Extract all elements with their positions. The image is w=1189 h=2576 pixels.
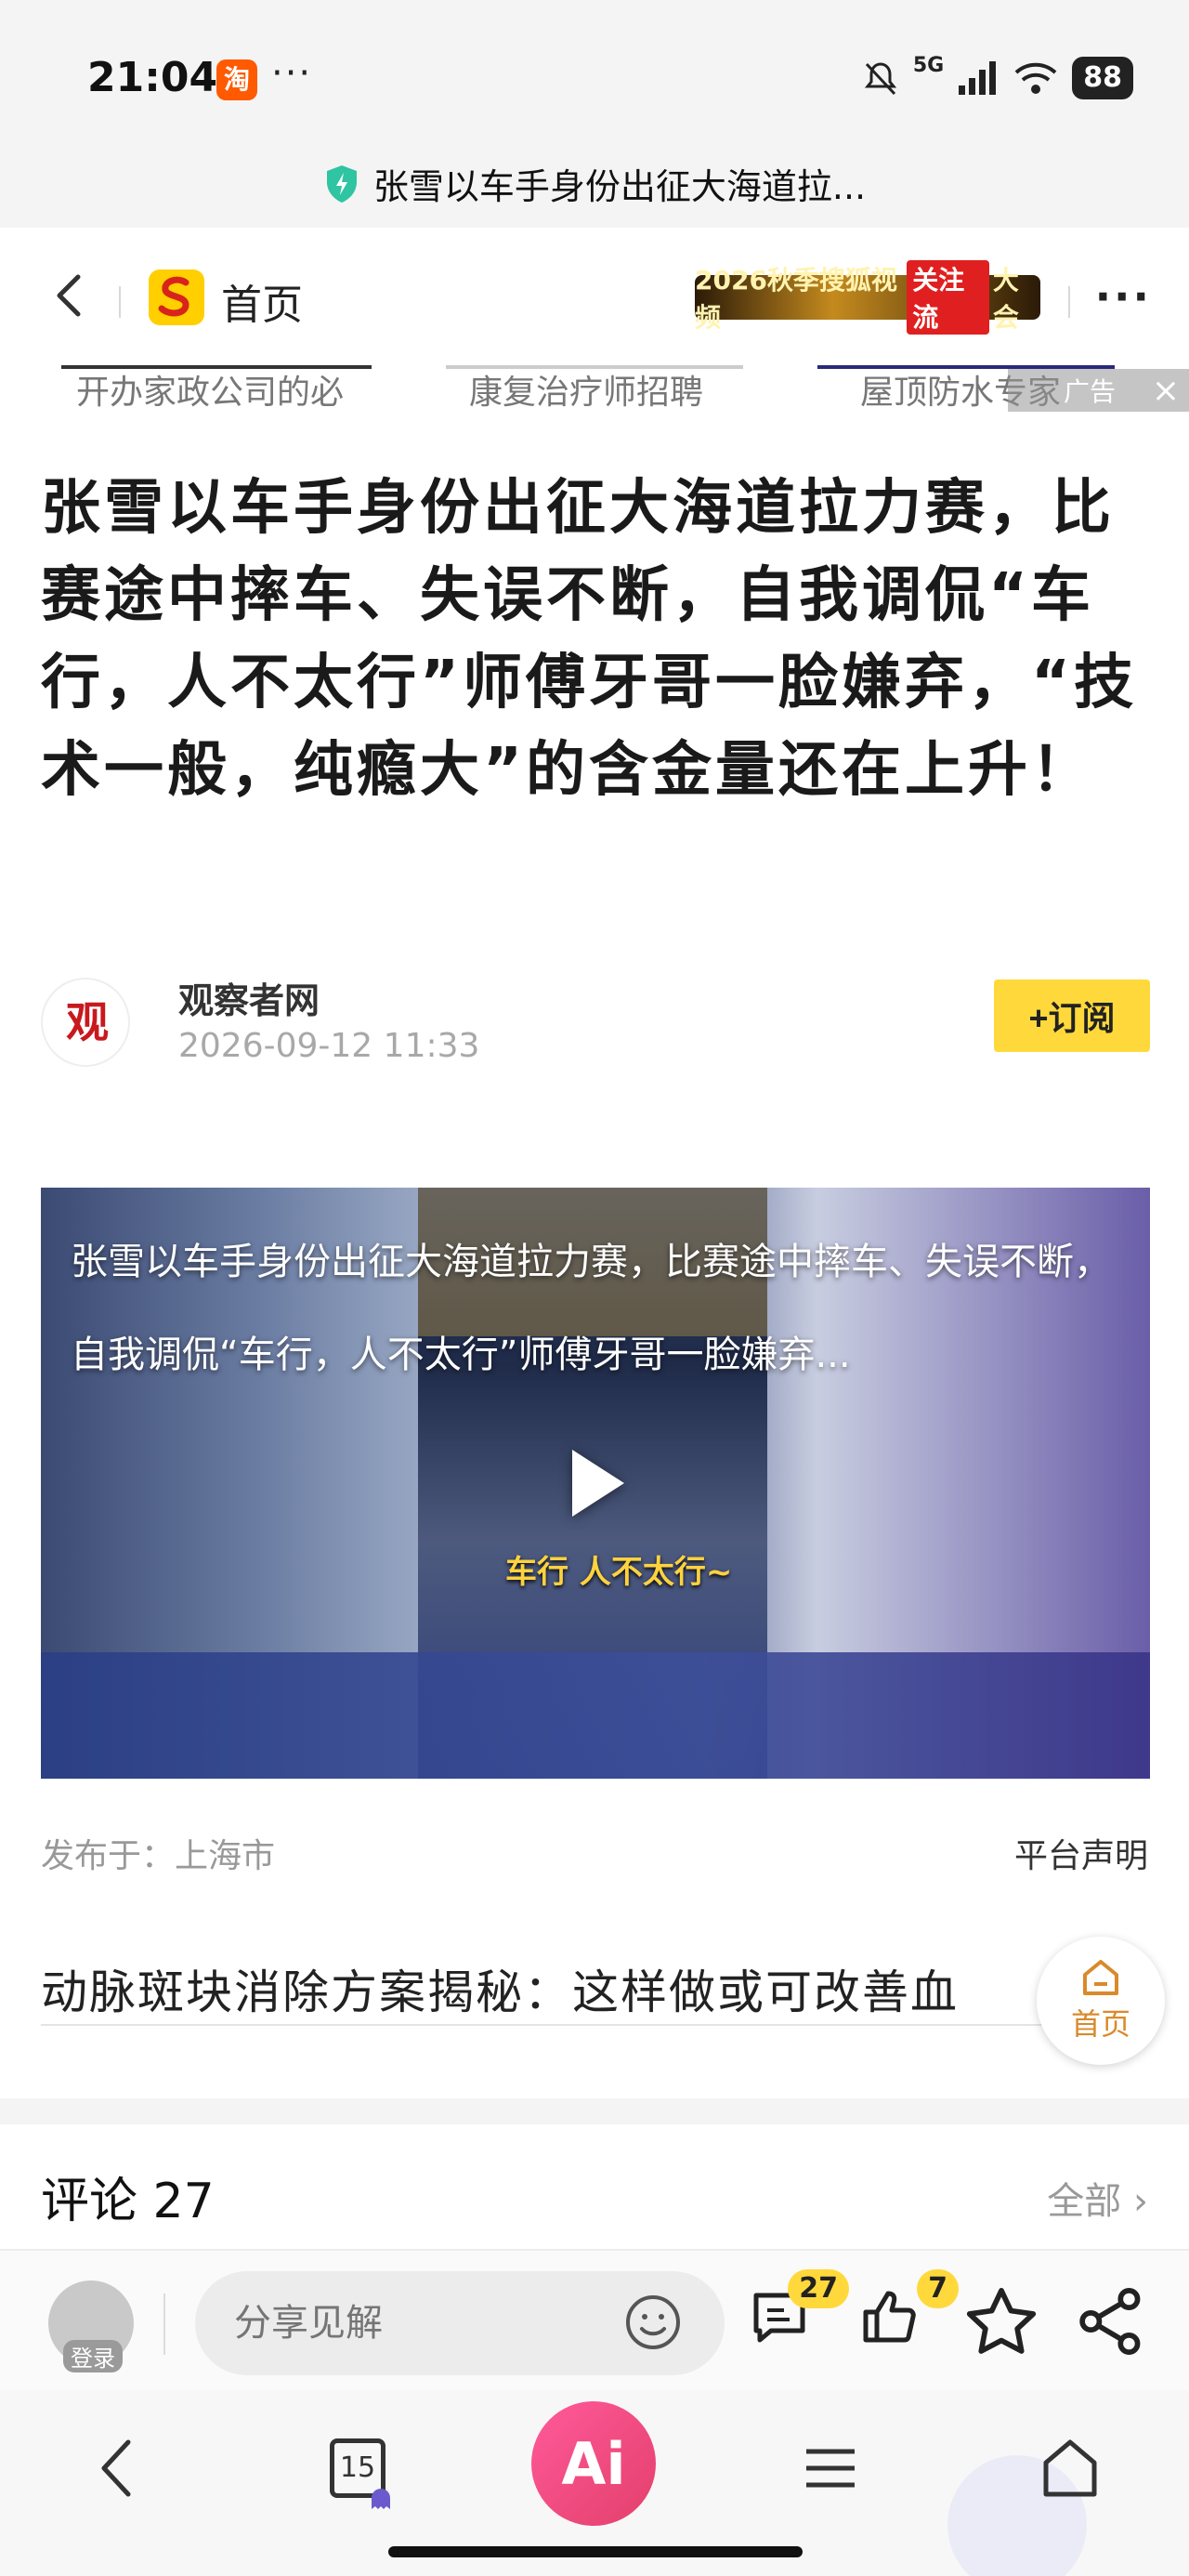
video-gradient <box>41 1652 1150 1779</box>
comments-all-link[interactable]: 全部 › <box>1047 2171 1148 2225</box>
battery-indicator: 88 <box>1072 57 1133 99</box>
ad-label: 广告 <box>1064 376 1117 407</box>
play-icon[interactable] <box>572 1450 624 1517</box>
recommend-link[interactable]: 动脉斑块消除方案揭秘：这样做或可改善血 <box>41 1955 1063 2022</box>
comment-count-button[interactable]: 27 <box>747 2269 849 2359</box>
author-avatar[interactable]: 观 <box>41 978 130 1067</box>
comment-count-badge: 27 <box>788 2269 849 2308</box>
section-gap <box>0 2098 1189 2124</box>
wifi-icon <box>1014 62 1057 94</box>
page-url-title: 张雪以车手身份出征大海道拉... <box>372 166 867 207</box>
video-caption: 张雪以车手身份出征大海道拉力赛，比赛途中摔车、失误不断，自我调侃“车行，人不太行… <box>71 1241 1111 1376</box>
thumbs-up-icon <box>863 2291 916 2343</box>
comments-title: 评论 27 <box>41 2174 215 2229</box>
sohu-logo-icon[interactable] <box>149 269 204 325</box>
home-float-label: 首页 <box>1070 2006 1130 2042</box>
subscribe-button[interactable]: +订阅 <box>994 979 1150 1052</box>
ad-strip: 开办家政公司的必 康复治疗师招聘 屋顶防水专家 广告 × <box>0 365 1189 421</box>
promo-banner[interactable]: 2026秋季搜狐视频 关注流 大会 <box>695 260 1040 335</box>
avatar-glyph: 观 <box>66 997 109 1047</box>
browser-back-icon[interactable] <box>91 2433 143 2504</box>
status-bar: 21:04 淘 ··· 5G 88 <box>0 0 1189 139</box>
browser-home-icon[interactable] <box>1039 2433 1102 2504</box>
article-nav-bar: 首页 2026秋季搜狐视频 关注流 大会 ··· <box>0 230 1189 365</box>
incognito-icon <box>372 2489 390 2509</box>
banner-text-pre: 2026秋季搜狐视频 <box>695 265 897 333</box>
shield-icon <box>326 164 357 203</box>
more-menu-icon[interactable]: ··· <box>1095 271 1152 322</box>
status-more-icon: ··· <box>271 52 313 95</box>
banner-highlight: 关注流 <box>907 260 989 335</box>
ad-close-icon[interactable]: × <box>1152 372 1180 410</box>
back-icon[interactable] <box>43 268 95 323</box>
banner-text-post: 大会 <box>992 265 1019 333</box>
nav-divider <box>119 286 121 318</box>
platform-statement-link[interactable]: 平台声明 <box>1014 1829 1148 1877</box>
home-icon <box>1083 1960 1118 1995</box>
url-bar[interactable]: 张雪以车手身份出征大海道拉... <box>0 139 1189 228</box>
network-label: 5G <box>912 53 945 77</box>
menu-icon[interactable] <box>801 2433 860 2504</box>
publish-date: 2026-09-12 11:33 <box>178 1027 480 1065</box>
share-icon[interactable] <box>1074 2284 1148 2359</box>
emoji-icon[interactable] <box>624 2293 682 2351</box>
divider <box>41 2024 1063 2026</box>
video-player[interactable]: 张雪以车手身份出征大海道拉力赛，比赛途中摔车、失误不断，自我调侃“车行，人不太行… <box>41 1188 1150 1779</box>
system-icons: 5G 88 <box>861 54 1133 102</box>
nav-divider <box>1068 286 1070 318</box>
ad-item[interactable]: 开办家政公司的必 <box>76 365 344 414</box>
video-subtitle: 车行 人不太行~ <box>505 1554 733 1591</box>
like-button[interactable]: 7 <box>856 2269 959 2359</box>
ad-item[interactable]: 康复治疗师招聘 <box>469 365 703 414</box>
login-label[interactable]: 登录 <box>63 2340 123 2372</box>
home-indicator <box>388 2546 803 2557</box>
status-time: 21:04 <box>87 54 218 101</box>
home-link[interactable]: 首页 <box>221 271 303 331</box>
comment-action-bar: 登录 27 7 <box>0 2249 1189 2390</box>
publish-label: 发布于： <box>41 1837 176 1875</box>
mute-bell-icon <box>864 62 896 96</box>
article-title: 张雪以车手身份出征大海道拉力赛，比赛途中摔车、失误不断，自我调侃“车行，人不太行… <box>41 474 1138 805</box>
home-float-button[interactable]: 首页 <box>1037 1937 1165 2065</box>
publish-place: 上海市 <box>175 1837 276 1875</box>
taobao-icon: 淘 <box>216 59 257 100</box>
publish-location: 发布于：上海市 <box>41 1829 275 1877</box>
signal-icon <box>959 61 997 95</box>
divider <box>163 2293 165 2355</box>
star-icon[interactable] <box>964 2284 1039 2359</box>
ai-assistant-button[interactable]: Ai <box>531 2401 656 2526</box>
author-name[interactable]: 观察者网 <box>178 972 320 1023</box>
ad-badge: 广告 × <box>1008 369 1189 412</box>
like-count-badge: 7 <box>917 2269 959 2308</box>
